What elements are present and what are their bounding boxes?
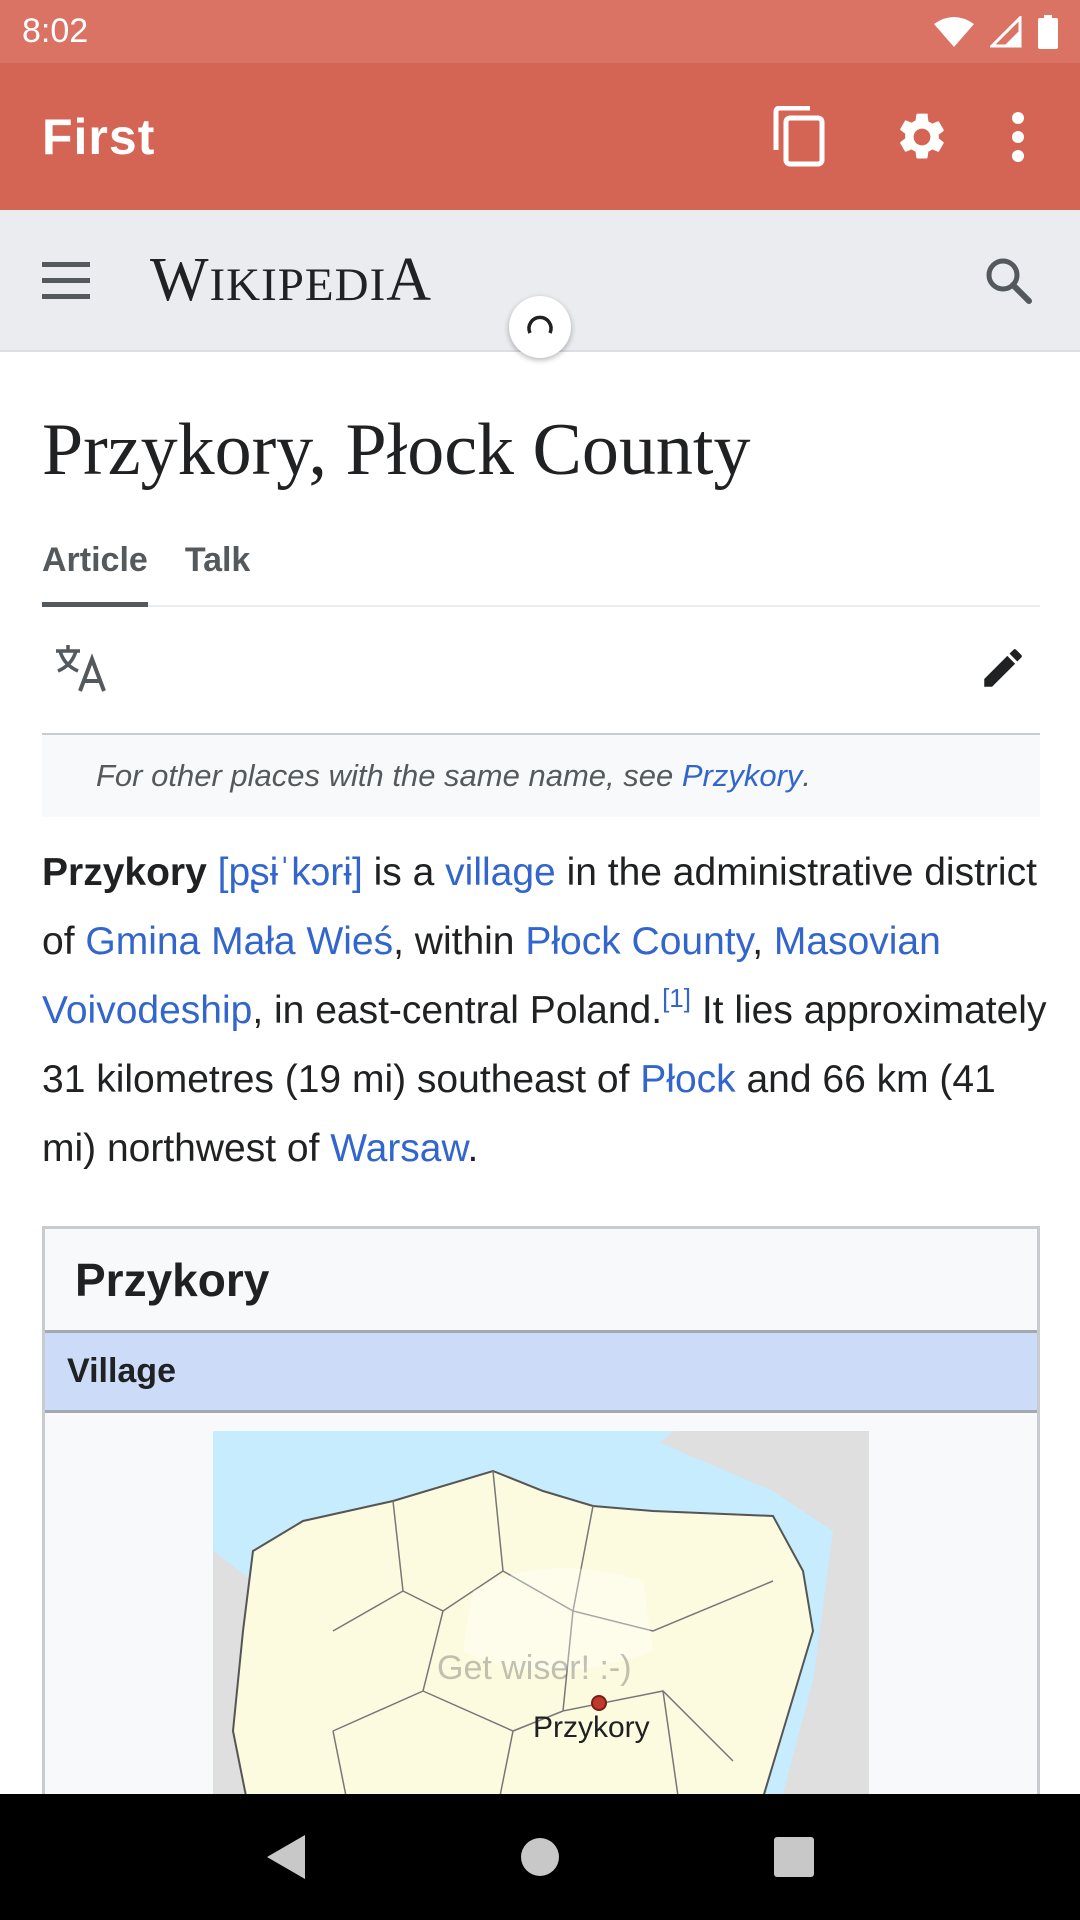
refresh-spinner-icon xyxy=(527,315,553,334)
wikipedia-wordmark[interactable]: WIKIPEDIA xyxy=(150,245,432,316)
text-run: , within xyxy=(393,920,526,963)
village-link[interactable]: village xyxy=(445,851,556,894)
poland-map xyxy=(213,1431,869,1823)
hatnote: For other places with the same name, see… xyxy=(42,735,1040,817)
overflow-menu-button[interactable] xyxy=(998,97,1038,177)
status-icons xyxy=(934,14,1058,49)
hamburger-menu-icon xyxy=(42,262,90,299)
tab-talk[interactable]: Talk xyxy=(185,535,251,607)
article-tabs: Article Talk xyxy=(42,535,1040,607)
pencil-edit-icon xyxy=(984,648,1022,687)
lead-paragraph: Przykory [pʂɨˈkɔrɨ] is a village in the … xyxy=(42,838,1052,1183)
gear-icon xyxy=(900,113,944,158)
cellular-signal-icon xyxy=(990,15,1022,47)
app-title: First xyxy=(42,108,156,165)
search-icon xyxy=(986,258,1032,304)
infobox-title: Przykory xyxy=(45,1229,1037,1333)
back-button[interactable] xyxy=(211,1794,361,1920)
wordmark-initial: W xyxy=(150,245,210,314)
more-vert-icon xyxy=(1012,111,1024,162)
hatnote-suffix: . xyxy=(802,758,812,793)
location-map[interactable]: Get wiser! :-) Przykory xyxy=(213,1431,869,1823)
status-time: 8:02 xyxy=(22,12,89,50)
status-bar: 8:02 xyxy=(0,0,1080,63)
language-icon xyxy=(56,644,106,692)
map-marker-label: Przykory xyxy=(533,1711,650,1744)
main-menu-button[interactable] xyxy=(42,255,92,305)
recents-button[interactable] xyxy=(719,1794,869,1920)
back-triangle-icon xyxy=(267,1835,305,1879)
text-run: is a xyxy=(362,851,446,894)
edit-button[interactable] xyxy=(978,643,1028,698)
hatnote-link[interactable]: Przykory xyxy=(682,758,803,794)
page-actions xyxy=(42,607,1040,735)
text-run: , in east-central Poland. xyxy=(252,989,663,1032)
battery-icon xyxy=(1038,14,1058,49)
text-run: , xyxy=(752,920,774,963)
wordmark-final: A xyxy=(386,245,432,314)
hatnote-text: For other places with the same name, see xyxy=(96,758,682,793)
system-navigation-bar xyxy=(0,1794,1080,1920)
settings-button[interactable] xyxy=(882,97,962,177)
warsaw-link[interactable]: Warsaw xyxy=(330,1127,467,1170)
gmina-link[interactable]: Gmina Mała Wieś xyxy=(85,920,393,963)
county-link[interactable]: Płock County xyxy=(525,920,752,963)
copy-button[interactable] xyxy=(758,97,838,177)
copy-icon xyxy=(773,105,825,166)
app-actions xyxy=(714,97,1038,177)
recents-square-icon xyxy=(774,1837,814,1877)
plock-link[interactable]: Płock xyxy=(640,1058,735,1101)
page-title: Przykory, Płock County xyxy=(42,409,751,491)
app-bar: First xyxy=(0,63,1080,210)
infobox: Przykory Village Get wiser! :-) Przykory xyxy=(42,1226,1040,1826)
home-button[interactable] xyxy=(465,1794,615,1920)
subject-name: Przykory xyxy=(42,851,207,894)
loading-spinner xyxy=(509,296,571,358)
reference-link[interactable]: [1] xyxy=(662,983,691,1013)
ipa-link[interactable]: [pʂɨˈkɔrɨ] xyxy=(218,851,363,894)
language-button[interactable] xyxy=(54,643,110,698)
map-watermark: Get wiser! :-) xyxy=(437,1649,632,1687)
wifi-icon xyxy=(934,16,974,47)
search-button[interactable] xyxy=(978,250,1038,310)
tab-article[interactable]: Article xyxy=(42,535,148,607)
text-run: . xyxy=(467,1127,479,1170)
infobox-type: Village xyxy=(45,1333,1037,1413)
home-circle-icon xyxy=(521,1838,559,1876)
wordmark-smallcaps: IKIPEDI xyxy=(209,258,387,311)
